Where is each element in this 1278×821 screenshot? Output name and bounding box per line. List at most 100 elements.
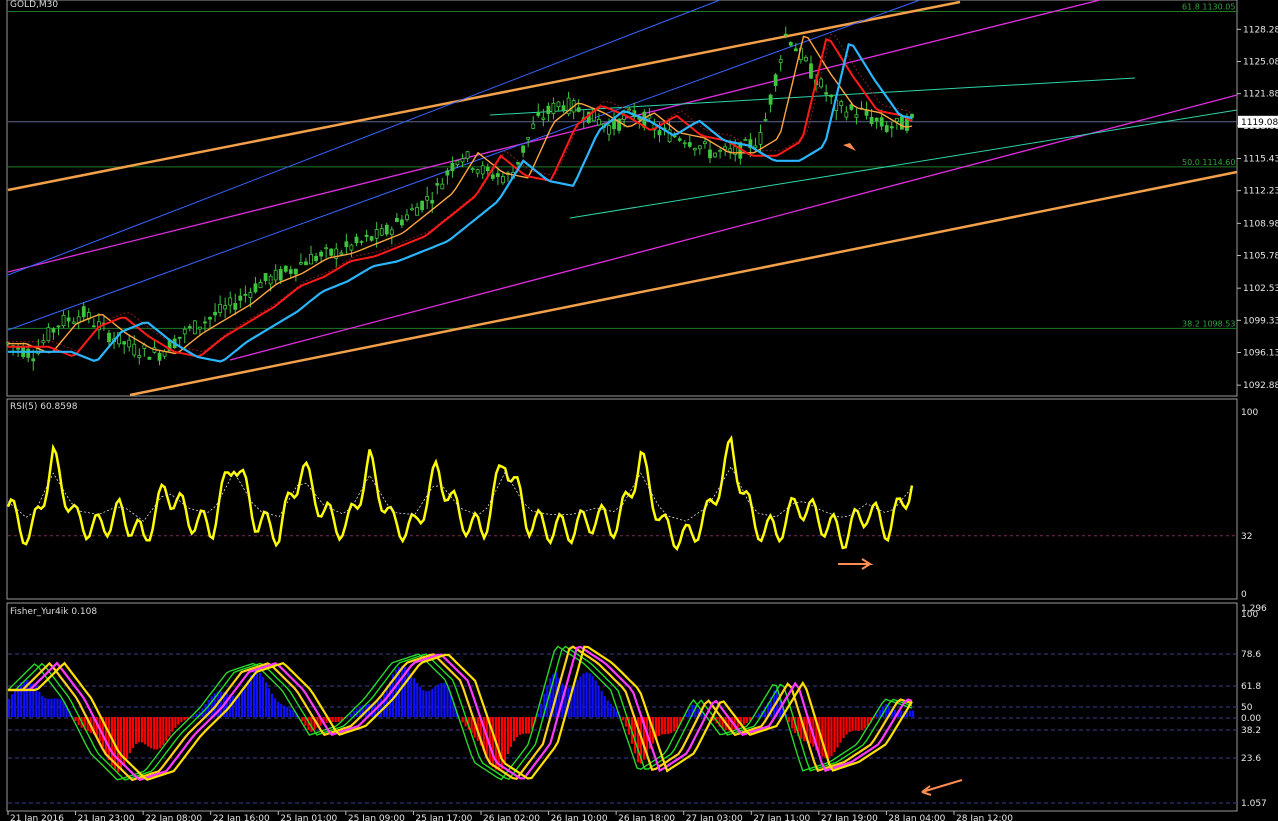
fisher-histogram-bar [437, 684, 440, 717]
fisher-histogram-bar [14, 689, 17, 717]
candle-body [283, 265, 288, 272]
rsi-tick-label: 0 [1241, 590, 1247, 600]
fisher-histogram-bar [512, 717, 516, 742]
candle-body [359, 240, 364, 243]
fisher-histogram-bar [401, 665, 404, 717]
rsi-tick-label: 32 [1241, 532, 1252, 542]
time-tick-label: 22 Jan 16:00 [213, 814, 270, 821]
fisher-title: Fisher_Yur4ik 0.108 [10, 607, 97, 617]
candle-body [430, 200, 435, 204]
candle-body [354, 236, 359, 244]
candle-body [389, 229, 394, 236]
candle-body [768, 94, 773, 105]
candle-body [743, 139, 748, 141]
candle-body [364, 234, 369, 237]
fib-level-label: 50.0 1114.60 [1182, 158, 1235, 167]
fisher-histogram-bar [582, 673, 585, 717]
fisher-histogram-bar [210, 696, 213, 717]
time-tick-label: 21 Jan 2016 [10, 814, 64, 821]
fisher-histogram-bar [59, 699, 62, 717]
candle-body [309, 253, 313, 265]
candle-body [521, 145, 526, 153]
candle-body [278, 269, 283, 281]
fisher-histogram-bar [594, 680, 597, 717]
fisher-histogram-bar [53, 698, 56, 717]
fisher-histogram-bar [863, 717, 866, 729]
candle-body [379, 228, 384, 236]
candle-body [157, 352, 162, 361]
fisher-histogram-bar [509, 717, 513, 747]
candle-body [248, 292, 253, 299]
candle-body [450, 162, 455, 172]
candle-body [26, 348, 31, 358]
fisher-histogram-bar [461, 717, 464, 723]
fisher-histogram-bar [842, 717, 845, 739]
fisher-histogram-bar [104, 717, 107, 754]
main-title: GOLD,M30 [10, 0, 58, 10]
candle-body [708, 149, 712, 159]
chart-window[interactable]: 61.8 1130.05 50.0 1114.60 38.2 1098.53 112… [0, 0, 1278, 821]
price-tick-label: 1102.53 [1243, 284, 1278, 294]
candle-body [682, 142, 687, 145]
fisher-histogram-bar [579, 676, 582, 717]
fisher-histogram-bar [878, 709, 881, 717]
fib-level-label: 61.8 1130.05 [1182, 3, 1235, 12]
fisher-histogram-bar [144, 717, 147, 745]
fisher-histogram-bar [609, 703, 612, 717]
fisher-histogram-bar [833, 717, 836, 753]
fisher-tick-label: 100 [1241, 610, 1258, 620]
candle-body [804, 56, 808, 62]
candle-body [233, 303, 238, 310]
fisher-histogram-bar [661, 717, 664, 735]
candle-body [677, 138, 682, 141]
candle-body [238, 295, 243, 301]
fisher-histogram-bar [301, 717, 304, 722]
fisher-histogram-bar [271, 693, 274, 717]
candle-body [218, 303, 223, 313]
fisher-histogram-bar [851, 717, 854, 731]
fisher-histogram-bar [192, 716, 195, 717]
candle-body [728, 148, 733, 152]
fisher-histogram-bar [446, 684, 449, 717]
candle-body [536, 112, 541, 116]
fisher-histogram-bar [440, 683, 443, 717]
fisher-histogram-bar [491, 717, 494, 768]
fisher-histogram-bar [20, 682, 23, 717]
candle-body [894, 117, 899, 122]
fisher-histogram-bar [576, 680, 579, 717]
fisher-histogram-bar [791, 717, 794, 729]
candle-body [718, 149, 722, 152]
candle-body [607, 125, 611, 135]
candle-body [314, 255, 318, 261]
candle-body [56, 325, 61, 328]
fisher-histogram-bar [912, 710, 915, 717]
candle-body [268, 275, 273, 285]
candle-body [829, 94, 834, 98]
fisher-histogram-bar [540, 703, 543, 717]
candle-body [546, 105, 551, 114]
fisher-histogram-bar [231, 695, 234, 717]
fisher-histogram-bar [422, 689, 425, 717]
fisher-histogram-bar [243, 685, 247, 717]
fisher-histogram-bar [899, 711, 903, 717]
fisher-histogram-bar [854, 717, 857, 731]
candle-body [127, 339, 132, 348]
time-tick-label: 27 Jan 03:00 [686, 814, 743, 821]
fisher-histogram-bar [56, 698, 59, 717]
fisher-histogram-bar [428, 690, 431, 717]
candle-body [889, 126, 894, 129]
candle-body [899, 116, 904, 130]
price-tick-label: 1096.13 [1243, 348, 1278, 358]
candle-body [91, 325, 96, 328]
fisher-histogram-bar [177, 717, 180, 725]
price-tick-label: 1099.33 [1243, 316, 1278, 326]
candle-body [475, 169, 480, 174]
fisher-histogram-bar [240, 690, 244, 717]
fisher-histogram-bar [162, 717, 165, 746]
price-tick-label: 1125.08 [1243, 58, 1278, 68]
candle-body [400, 219, 404, 226]
price-tick-label: 1128.28 [1243, 25, 1278, 35]
candle-body [501, 176, 505, 184]
fisher-histogram-bar [742, 717, 745, 725]
fisher-histogram-bar [41, 695, 44, 717]
